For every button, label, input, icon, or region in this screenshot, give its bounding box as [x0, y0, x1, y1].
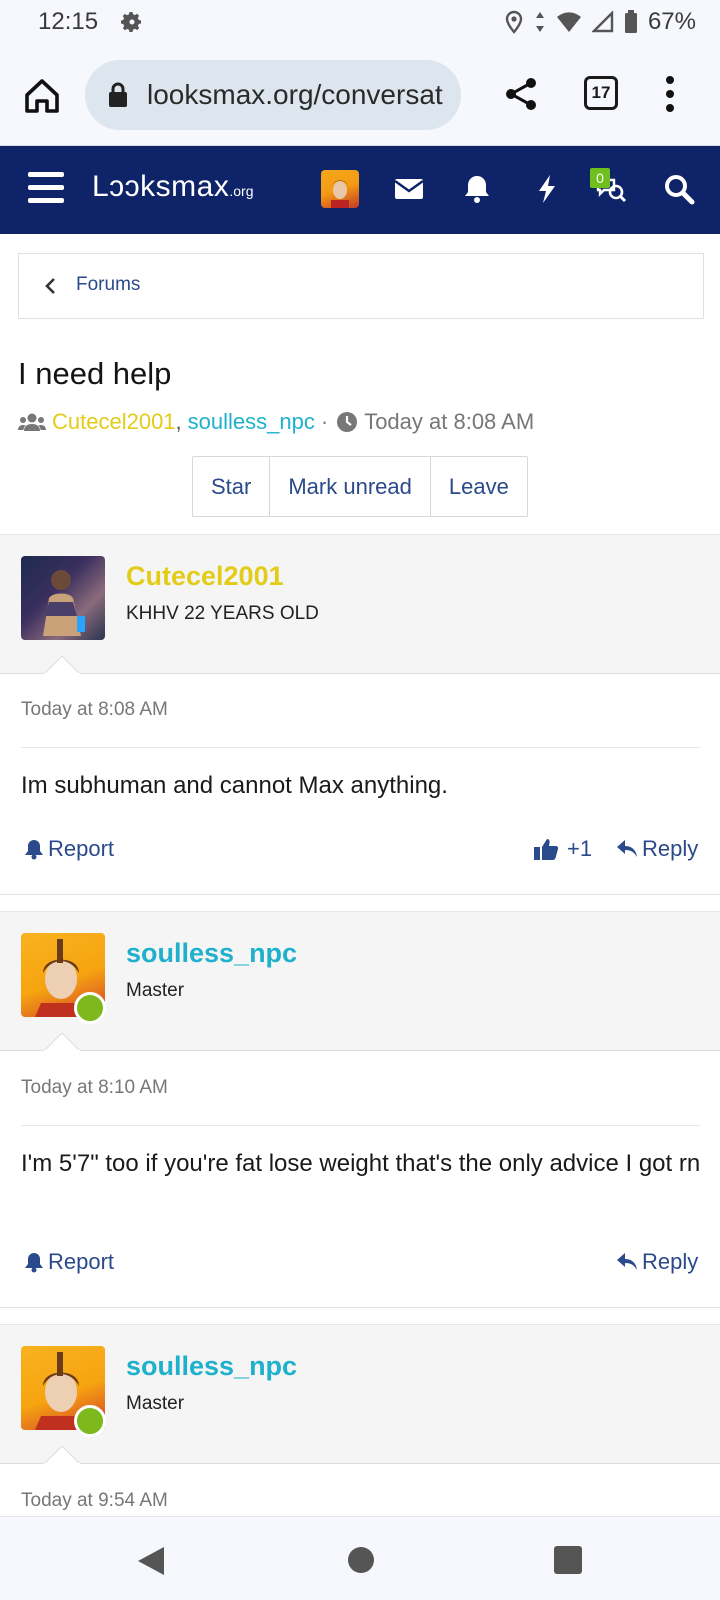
location-icon: [505, 10, 523, 34]
message-pointer: [44, 1446, 80, 1464]
status-bar: 12:15 67%: [0, 0, 720, 44]
online-status-indicator: [74, 1405, 106, 1437]
envelope-icon[interactable]: [392, 172, 426, 206]
conversation-start-time: Today at 8:08 AM: [364, 409, 535, 434]
status-indicators: 67%: [504, 8, 696, 36]
more-menu-icon[interactable]: [658, 74, 682, 114]
chevron-left-icon: [45, 278, 55, 294]
home-button-icon[interactable]: [348, 1547, 374, 1573]
recents-icon[interactable]: [554, 1546, 582, 1574]
message-user-header: soulless_npc Master: [0, 911, 720, 1051]
url-text: looksmax.org/conversat: [147, 79, 443, 110]
reply-icon: [617, 1253, 637, 1270]
divider: [0, 894, 720, 895]
home-icon[interactable]: [22, 76, 62, 116]
cell-signal-icon: [591, 11, 614, 33]
leave-button[interactable]: Leave: [431, 457, 527, 516]
wifi-icon: [556, 12, 581, 32]
site-header: Lɔɔksmax.org: [0, 146, 720, 234]
users-icon: [18, 413, 46, 431]
message-time: Today at 8:08 AM: [21, 699, 168, 720]
conversation-meta: Cutecel2001 , soulless_npc · Today at 8:…: [18, 407, 534, 437]
lock-icon: [109, 82, 127, 107]
notification-badge: 0: [590, 168, 610, 188]
share-icon[interactable]: [503, 76, 539, 112]
user-title: Master: [126, 1393, 185, 1414]
site-logo[interactable]: Lɔɔksmax.org: [92, 170, 253, 204]
bell-icon[interactable]: [460, 172, 494, 206]
browser-toolbar: looksmax.org/conversat 17: [0, 44, 720, 146]
online-status-indicator: [74, 992, 106, 1024]
report-link[interactable]: Report: [24, 836, 114, 862]
divider: [21, 747, 700, 748]
message-body: I'm 5'7" too if you're fat lose weight t…: [21, 1150, 701, 1177]
meta-dot: ·: [320, 409, 329, 434]
data-arrows-icon: [535, 12, 544, 32]
reaction-count: +1: [567, 836, 593, 861]
reply-link[interactable]: Reply: [616, 1249, 698, 1275]
user-title: KHHV 22 YEARS OLD: [126, 603, 319, 624]
user-avatar[interactable]: [321, 170, 359, 208]
reply-link[interactable]: Reply: [616, 836, 698, 862]
message-body: Im subhuman and cannot Max anything.: [21, 772, 448, 799]
conversation-actions: Star Mark unread Leave: [192, 456, 528, 517]
participant-link[interactable]: soulless_npc: [188, 409, 315, 435]
message-user-header: soulless_npc Master: [0, 1324, 720, 1464]
breadcrumb-forums-link[interactable]: Forums: [76, 274, 140, 296]
system-nav-bar: [0, 1516, 720, 1600]
bell-icon: [25, 840, 43, 860]
message-pointer: [44, 1033, 80, 1051]
status-time: 12:15: [38, 8, 99, 35]
battery-percent: 67%: [647, 8, 696, 35]
back-icon[interactable]: [136, 1545, 166, 1577]
participant-separator: ,: [175, 409, 182, 434]
tab-switcher-button[interactable]: 17: [584, 76, 618, 110]
username-link[interactable]: soulless_npc: [126, 938, 297, 969]
thumbs-up-icon: [534, 839, 559, 860]
clock-icon: [337, 412, 358, 432]
message-time: Today at 9:54 AM: [21, 1490, 168, 1511]
divider: [21, 1125, 700, 1126]
message-user-header: Cutecel2001 KHHV 22 YEARS OLD: [0, 534, 720, 674]
report-link[interactable]: Report: [24, 1249, 114, 1275]
username-link[interactable]: Cutecel2001: [126, 561, 284, 592]
participant-link[interactable]: Cutecel2001: [52, 409, 176, 435]
message-pointer: [44, 656, 80, 674]
gear-icon: [121, 12, 141, 32]
username-link[interactable]: soulless_npc: [126, 1351, 297, 1382]
battery-icon: [624, 10, 637, 33]
bell-icon: [25, 1253, 43, 1273]
avatar[interactable]: [21, 556, 105, 640]
user-title: Master: [126, 980, 185, 1001]
lightning-icon[interactable]: [530, 172, 564, 206]
breadcrumb[interactable]: Forums: [18, 253, 704, 319]
star-button[interactable]: Star: [193, 457, 271, 516]
search-icon[interactable]: [662, 172, 696, 206]
mark-unread-button[interactable]: Mark unread: [270, 457, 431, 516]
reply-icon: [617, 840, 637, 857]
hamburger-menu-icon[interactable]: [28, 172, 64, 206]
divider: [0, 1307, 720, 1308]
address-bar[interactable]: looksmax.org/conversat: [85, 60, 461, 130]
message-time: Today at 8:10 AM: [21, 1077, 168, 1098]
page-title: I need help: [18, 356, 172, 391]
reaction-like[interactable]: +1: [533, 836, 592, 862]
